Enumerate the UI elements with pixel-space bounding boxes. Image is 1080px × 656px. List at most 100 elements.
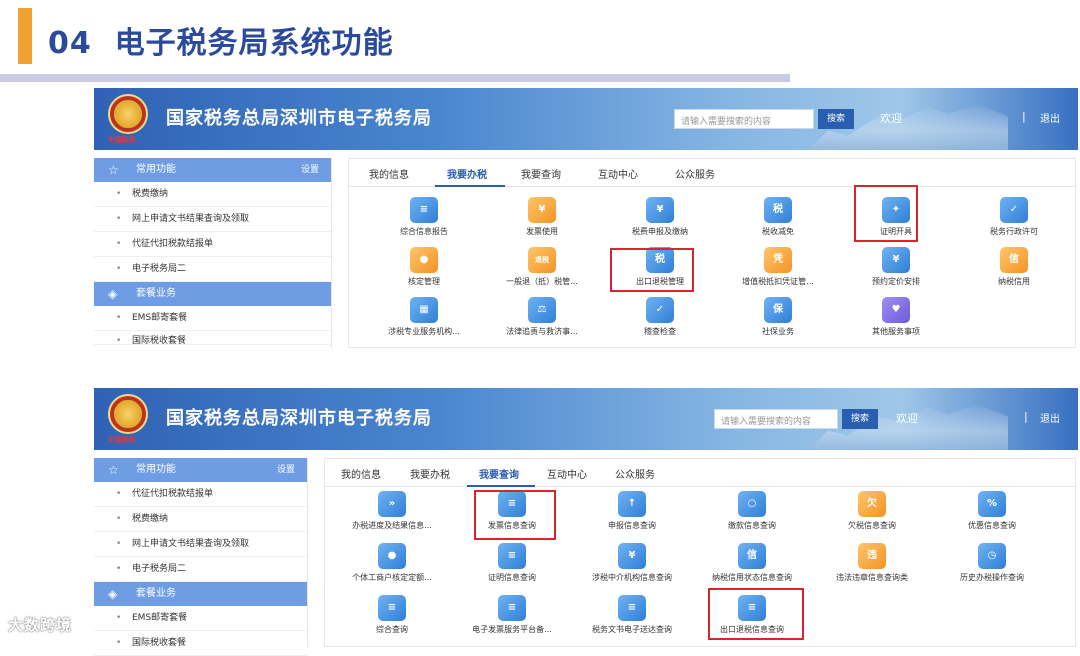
tile-label: 一般退（抵）税管... — [506, 277, 578, 286]
service-tile[interactable]: 欠欠税信息查询 — [817, 491, 927, 531]
tile-label: 综合信息报告 — [400, 227, 448, 236]
general-search-icon: ≡ — [378, 595, 406, 621]
sidebar-item[interactable]: 代征代扣税款结报单 — [94, 482, 307, 507]
sidebar-item[interactable]: 国际税收套餐 — [94, 331, 331, 345]
service-tile[interactable]: ≡ 综合查询 — [337, 595, 447, 635]
star-icon: ☆ — [108, 463, 119, 477]
tile-label: 优惠信息查询 — [968, 521, 1016, 530]
service-tile[interactable]: 违违法违章信息查询类 — [817, 543, 927, 583]
credit-icon: 信 — [1000, 247, 1028, 273]
search-input[interactable]: 请输入需要搜索的内容 — [714, 409, 838, 429]
service-tile[interactable]: ≡ 税务文书电子送达查询 — [577, 595, 687, 635]
screenshot-query: 中国税务 国家税务总局深圳市电子税务局 请输入需要搜索的内容 搜索 欢迎 | 退… — [94, 388, 1078, 656]
welcome-text: 欢迎 — [896, 412, 918, 425]
highlight-export-refund — [610, 248, 694, 292]
service-tile[interactable]: 信纳税信用状态信息查询 — [697, 543, 807, 583]
tab-handle-tax[interactable]: 我要办税 — [447, 166, 487, 181]
header-separator: | — [1024, 410, 1028, 423]
service-tile[interactable]: 信纳税信用 — [959, 247, 1069, 287]
search-button[interactable]: 搜索 — [842, 409, 878, 429]
sidebar-item[interactable]: 国际税收套餐 — [94, 631, 307, 656]
sidebar-item[interactable]: 税费缴纳 — [94, 182, 331, 207]
sidebar-item[interactable]: 网上申请文书结果查询及领取 — [94, 532, 307, 557]
service-tile[interactable]: ≡ 电子发票服务平台备... — [457, 595, 567, 635]
sidebar-settings-link[interactable]: 设置 — [277, 458, 295, 482]
search-button[interactable]: 搜索 — [818, 109, 854, 129]
site-banner: 中国税务 国家税务总局深圳市电子税务局 请输入需要搜索的内容 搜索 欢迎 | 退… — [94, 388, 1078, 450]
service-tile[interactable]: ● 个体工商户核定定额... — [337, 543, 447, 583]
sidebar-package-title: 套餐业务 — [136, 288, 176, 299]
tile-label: 涉税中介机构信息查询 — [592, 573, 672, 582]
service-tile[interactable]: ¥ 涉税中介机构信息查询 — [577, 543, 687, 583]
tab-query[interactable]: 我要查询 — [479, 466, 519, 481]
tab-my-info[interactable]: 我的信息 — [369, 166, 409, 181]
sidebar-item[interactable]: EMS邮寄套餐 — [94, 606, 307, 631]
service-tile[interactable]: ✓ 税务行政许可 — [959, 197, 1069, 237]
tile-label: 欠税信息查询 — [848, 521, 896, 530]
sidebar-settings-link[interactable]: 设置 — [301, 158, 319, 182]
service-tile[interactable]: ♥ 其他服务事项 — [841, 297, 951, 337]
discount-icon: % — [978, 491, 1006, 517]
sidebar-item[interactable]: 电子税务局二 — [94, 257, 331, 282]
logout-link[interactable]: 退出 — [1040, 110, 1060, 125]
tab-public-service[interactable]: 公众服务 — [675, 166, 715, 181]
tab-handle-tax[interactable]: 我要办税 — [410, 466, 450, 481]
sidebar-package-header[interactable]: ◈ 套餐业务 — [94, 282, 331, 306]
sidebar-package-header[interactable]: ◈ 套餐业务 — [94, 582, 307, 606]
tax-relief-icon: 税 — [764, 197, 792, 223]
service-tile[interactable]: ● 核定管理 — [369, 247, 479, 287]
service-tile[interactable]: ↑ 申报信息查询 — [577, 491, 687, 531]
tile-label: 税务行政许可 — [990, 227, 1038, 236]
tile-label: 纳税信用状态信息查询 — [712, 573, 792, 582]
service-tile[interactable]: ⚖ 法律追责与救济事... — [487, 297, 597, 337]
emblem-caption: 中国税务 — [108, 136, 136, 144]
tile-label: 违法违章信息查询类 — [836, 573, 908, 582]
tile-label: 核定管理 — [408, 277, 440, 286]
tile-label: 个体工商户核定定额... — [352, 573, 432, 582]
e-invoice-icon: ≡ — [498, 595, 526, 621]
sidebar-common-header[interactable]: ☆ 常用功能 设置 — [94, 158, 331, 182]
tax-emblem-icon — [108, 94, 148, 134]
service-tile[interactable]: % 优惠信息查询 — [937, 491, 1047, 531]
tab-interaction[interactable]: 互动中心 — [598, 166, 638, 181]
agency-icon: ¥ — [618, 543, 646, 569]
tile-label: 纳税信用 — [998, 277, 1030, 286]
site-banner: 中国税务 国家税务总局深圳市电子税务局 请输入需要搜索的内容 搜索 欢迎 | 退… — [94, 88, 1078, 150]
tab-query[interactable]: 我要查询 — [521, 166, 561, 181]
service-tile[interactable]: ¥ 发票使用 — [487, 197, 597, 237]
service-tile[interactable]: 退税 一般退（抵）税管... — [487, 247, 597, 287]
service-tile[interactable]: 保社保业务 — [723, 297, 833, 337]
document-icon: ≡ — [618, 595, 646, 621]
service-tile[interactable]: ◷ 历史办税操作查询 — [937, 543, 1047, 583]
sidebar-item[interactable]: EMS邮寄套餐 — [94, 306, 331, 331]
sidebar-item[interactable]: 税费缴纳 — [94, 507, 307, 532]
service-tile[interactable]: ✓ 稽查检查 — [605, 297, 715, 337]
sidebar: ☆ 常用功能 设置 税费缴纳 网上申请文书结果查询及领取 代征代扣税款结报单 电… — [94, 158, 332, 348]
service-tile[interactable]: » 办税进度及结果信息... — [337, 491, 447, 531]
search-icon: ○ — [738, 491, 766, 517]
tab-my-info[interactable]: 我的信息 — [341, 466, 381, 481]
service-tile[interactable]: ¥ 预约定价安排 — [841, 247, 951, 287]
sidebar-item[interactable]: 网上申请文书结果查询及领取 — [94, 207, 331, 232]
sidebar-item[interactable]: 代征代扣税款结报单 — [94, 232, 331, 257]
sidebar-common-header[interactable]: ☆ 常用功能 设置 — [94, 458, 307, 482]
service-tile[interactable]: ▦ 涉税专业服务机构... — [369, 297, 479, 337]
tile-label: 社保业务 — [762, 327, 794, 336]
welcome-text: 欢迎 — [880, 112, 902, 125]
service-tile[interactable]: 凭增值税抵扣凭证管... — [723, 247, 833, 287]
tile-label: 其他服务事项 — [872, 327, 920, 336]
sidebar-item[interactable]: 电子税务局二 — [94, 557, 307, 582]
service-tile[interactable]: 税税收减免 — [723, 197, 833, 237]
service-tile[interactable]: ¥ 税费申报及缴纳 — [605, 197, 715, 237]
tab-interaction[interactable]: 互动中心 — [547, 466, 587, 481]
service-tile[interactable]: ○ 缴款信息查询 — [697, 491, 807, 531]
service-tile[interactable]: ≡ 证明信息查询 — [457, 543, 567, 583]
tab-public-service[interactable]: 公众服务 — [615, 466, 655, 481]
logout-link[interactable]: 退出 — [1040, 410, 1060, 425]
tile-label: 申报信息查询 — [608, 521, 656, 530]
site-title: 国家税务总局深圳市电子税务局 — [166, 108, 432, 129]
search-input[interactable]: 请输入需要搜索的内容 — [674, 109, 814, 129]
arrears-icon: 欠 — [858, 491, 886, 517]
highlight-invoice-query — [474, 490, 556, 540]
service-tile[interactable]: ≡ 综合信息报告 — [369, 197, 479, 237]
